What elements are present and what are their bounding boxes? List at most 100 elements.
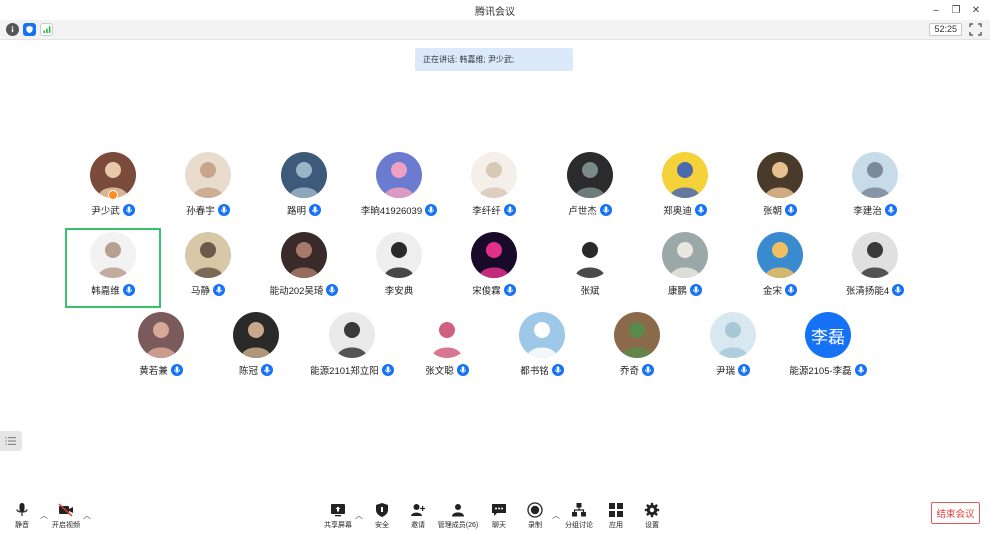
microphone-icon (170, 364, 183, 376)
avatar (662, 152, 708, 198)
member-list-toggle[interactable] (0, 431, 22, 451)
security-icon (376, 503, 388, 517)
avatar (852, 152, 898, 198)
participant-tile[interactable]: 黄若兼 (113, 312, 209, 388)
participant-name: 能源2101郑立阳 (310, 366, 379, 377)
participant-name: 郑奥迪 (663, 206, 692, 217)
participant-tile[interactable]: 宋俊霖 (446, 232, 542, 308)
members-button[interactable]: 管理成员(26) (438, 502, 478, 532)
participant-name-row: 宋俊霖 (446, 283, 542, 297)
mute-button[interactable]: 静音 (2, 502, 42, 532)
avatar (519, 312, 565, 358)
settings-button[interactable]: 设置 (632, 502, 672, 532)
fullscreen-icon[interactable] (969, 23, 982, 36)
security-button[interactable]: 安全 (362, 502, 402, 532)
microphone-icon (854, 364, 867, 376)
video-button[interactable]: 开启视频 (46, 502, 86, 532)
participant-tile[interactable]: 李建治 (827, 152, 923, 228)
participant-name: 孙春宇 (186, 206, 215, 217)
participant-tile[interactable]: 李磊 能源2105-李磊 (780, 312, 876, 388)
participant-tile[interactable]: 尹少武 (65, 152, 161, 228)
gear-icon (644, 502, 660, 518)
window-title: 腾讯会议 (475, 6, 515, 18)
participant-tile[interactable]: 路明 (256, 152, 352, 228)
participant-tile[interactable]: 张朝 (732, 152, 828, 228)
end-meeting-button[interactable]: 结束会议 (931, 502, 980, 524)
video-off-icon (58, 503, 73, 517)
window-controls: – ❐ ✕ (928, 2, 984, 18)
participant-tile[interactable]: 李纤纤 (446, 152, 542, 228)
participant-tile[interactable]: 郑奥迪 (637, 152, 733, 228)
participant-tile[interactable]: 张清扬能4 (827, 232, 923, 308)
participant-name-row: 金宋 (732, 283, 828, 297)
microphone-icon (503, 284, 516, 296)
microphone-icon (217, 204, 230, 216)
info-icon[interactable] (6, 23, 19, 36)
participant-name-row: 马静 (160, 283, 256, 297)
info-icons (6, 23, 53, 36)
members-label: 管理成员(26) (437, 522, 479, 529)
settings-label: 设置 (645, 522, 659, 529)
participant-tile[interactable]: 能动202吴琦 (256, 232, 352, 308)
participant-name-row: 黄若兼 (113, 363, 209, 377)
video-options-caret[interactable]: ︿ (83, 510, 91, 521)
breakout-button[interactable]: 分组讨论 (559, 502, 599, 532)
shield-icon[interactable] (23, 23, 36, 36)
participant-name-row: 能源2101郑立阳 (304, 363, 400, 377)
participant-name: 尹少武 (91, 206, 120, 217)
microphone-icon (785, 204, 797, 216)
invite-icon (411, 504, 426, 516)
participant-tile[interactable]: 金宋 (732, 232, 828, 308)
participant-tile[interactable]: 卢世杰 (542, 152, 638, 228)
microphone-icon (425, 204, 438, 216)
participant-tile[interactable]: 能源2101郑立阳 (304, 312, 400, 388)
participant-tile[interactable]: 张斌 (542, 232, 638, 308)
minimize-button[interactable]: – (928, 2, 944, 18)
participant-name-row: 李晌41926039 (351, 203, 447, 217)
participant-tile[interactable]: 孙春宇 (160, 152, 256, 228)
participant-name: 张斌 (580, 286, 600, 297)
restore-button[interactable]: ❐ (948, 2, 964, 18)
participant-name-row: 尹瑞 (685, 363, 781, 377)
avatar (567, 152, 613, 198)
avatar (281, 152, 327, 198)
microphone-icon (381, 364, 394, 376)
participant-name-row: 路明 (256, 203, 352, 217)
signal-icon[interactable] (40, 23, 53, 36)
share-screen-label: 共享屏幕 (324, 522, 352, 529)
participant-name: 李建治 (853, 206, 882, 217)
active-speaker-frame (65, 228, 161, 308)
microphone-icon (551, 364, 564, 376)
invite-button[interactable]: 邀请 (398, 502, 438, 532)
participant-tile[interactable]: 尹瑞 (685, 312, 781, 388)
participant-tile[interactable]: 李晌41926039 (351, 152, 447, 228)
bottom-toolbar: 静音 ︿ 开启视频 ︿ 共享屏幕 ︿ 安全 邀请 管理成员(26) 聊天 录制 … (0, 496, 990, 534)
chat-label: 聊天 (492, 522, 506, 529)
participant-tile[interactable]: 都书铭 (494, 312, 590, 388)
participant-tile[interactable]: 张文聪 (399, 312, 495, 388)
apps-button[interactable]: 应用 (596, 502, 636, 532)
participant-tile[interactable]: 乔奇 (589, 312, 685, 388)
share-screen-button[interactable]: 共享屏幕 (318, 502, 358, 532)
breakout-icon (572, 503, 586, 517)
microphone-icon (213, 284, 225, 296)
close-button[interactable]: ✕ (968, 2, 984, 18)
participant-tile[interactable]: 陈冠 (208, 312, 304, 388)
participant-name-row: 李建治 (827, 203, 923, 217)
microphone-icon (785, 284, 797, 296)
participant-tile[interactable]: 李安典 (351, 232, 447, 308)
microphone-icon (892, 284, 905, 296)
record-button[interactable]: 录制 (515, 502, 555, 532)
avatar (757, 152, 803, 198)
participant-name: 能源2105-李磊 (789, 366, 852, 377)
share-screen-icon (331, 504, 345, 517)
speaking-banner: 正在讲话: 韩嘉维; 尹少武; (415, 48, 573, 71)
participant-name: 黄若兼 (139, 366, 168, 377)
participant-name-row: 都书铭 (494, 363, 590, 377)
participant-tile[interactable]: 马静 (160, 232, 256, 308)
participant-name: 都书铭 (520, 366, 549, 377)
participant-name-row: 张清扬能4 (827, 283, 923, 297)
chat-button[interactable]: 聊天 (479, 502, 519, 532)
participant-name-row: 李纤纤 (446, 203, 542, 217)
participant-tile[interactable]: 康鹏 (637, 232, 733, 308)
